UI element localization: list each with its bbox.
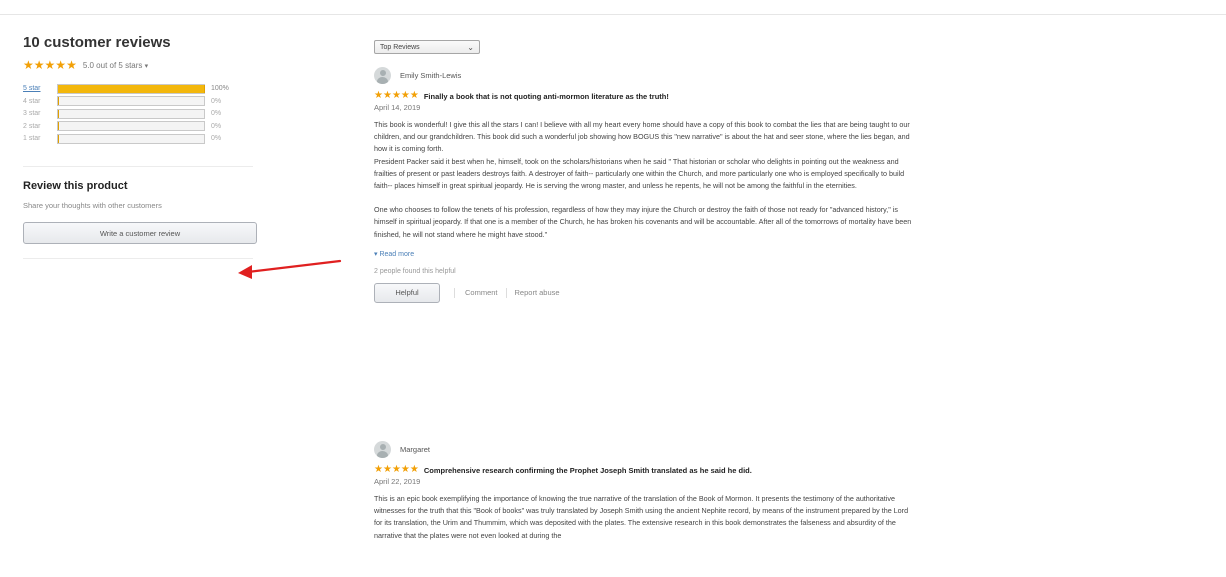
histogram-fill — [58, 84, 205, 93]
histogram-percent[interactable]: 100% — [205, 85, 241, 92]
star-icon: ★ — [33, 58, 45, 72]
star-icon: ★ — [66, 58, 77, 72]
histogram-row-3: 3 star 0% — [23, 108, 263, 119]
reviewer-name[interactable]: Margaret — [400, 445, 430, 454]
helpful-count: 2 people found this helpful — [374, 267, 456, 275]
star-icon: ★ — [409, 90, 419, 101]
action-divider — [505, 287, 507, 298]
review-paragraph: This book is wonderful! I give this all … — [374, 120, 910, 154]
section-divider — [23, 166, 253, 167]
star-icon: ★ — [391, 464, 401, 475]
histogram-fill — [58, 122, 59, 130]
review-body: This is an epic book exemplifying the im… — [374, 493, 914, 542]
reviews-list: Top Reviews ⌄ Emily Smith-Lewis ★ ★ ★ ★ … — [374, 40, 914, 540]
section-divider — [23, 258, 253, 259]
review-body: This book is wonderful! I give this all … — [374, 119, 914, 241]
review-actions: Helpful Comment Report abuse — [374, 282, 914, 303]
histogram-bar[interactable] — [57, 83, 205, 94]
helpful-button[interactable]: Helpful — [374, 282, 440, 303]
histogram-percent: 0% — [211, 135, 222, 142]
ratings-summary-panel: 10 customer reviews ★ ★ ★ ★ ★ 5.0 out of… — [23, 34, 263, 259]
rating-stars: ★ ★ ★ ★ ★ — [23, 59, 77, 71]
review-headline-row: ★ ★ ★ ★ ★ Finally a book that is not quo… — [374, 91, 914, 101]
histogram-bar — [57, 121, 205, 131]
histogram-percent: 0% — [211, 110, 222, 117]
red-arrow-icon — [238, 259, 342, 279]
histogram-label: 1 star — [23, 135, 41, 142]
reviewer-name[interactable]: Emily Smith-Lewis — [400, 71, 461, 80]
histogram-row-4: 4 star 0% — [23, 96, 263, 107]
histogram-fill — [58, 97, 59, 105]
review-date: April 14, 2019 — [374, 103, 421, 112]
star-icon: ★ — [23, 58, 34, 72]
histogram-label: 2 star — [23, 122, 41, 130]
review-product-subtext: Share your thoughts with other customers — [23, 201, 162, 210]
review-paragraph: One who chooses to follow the tenets of … — [374, 205, 912, 239]
rating-text[interactable]: 5.0 out of 5 stars ▾ — [83, 61, 148, 70]
review-headline-row: ★ ★ ★ ★ ★ Comprehensive research confirm… — [374, 465, 914, 475]
top-divider — [0, 14, 1226, 15]
avatar — [374, 441, 391, 458]
star-icon: ★ — [374, 464, 383, 475]
histogram-label[interactable]: 5 star — [23, 85, 57, 92]
review-headline[interactable]: Comprehensive research confirming the Pr… — [424, 466, 752, 475]
histogram-bar — [57, 96, 205, 106]
star-icon: ★ — [44, 58, 56, 72]
review-stars: ★ ★ ★ ★ ★ — [374, 465, 419, 475]
review-paragraph: This is an epic book exemplifying the im… — [374, 494, 909, 540]
histogram-row-1: 1 star 0% — [23, 133, 263, 144]
reviews-count-title: 10 customer reviews — [23, 34, 171, 51]
star-icon: ★ — [409, 464, 419, 475]
chevron-down-icon: ⌄ — [467, 42, 474, 52]
star-icon: ★ — [382, 90, 392, 101]
histogram-label: 4 star — [23, 97, 41, 105]
histogram-label: 3 star — [23, 110, 41, 117]
histogram-row-2: 2 star 0% — [23, 121, 263, 132]
average-rating[interactable]: ★ ★ ★ ★ ★ 5.0 out of 5 stars ▾ — [23, 58, 263, 72]
histogram-fill — [58, 134, 59, 143]
histogram-row-5[interactable]: 5 star 100% — [23, 83, 263, 94]
review-item: Emily Smith-Lewis ★ ★ ★ ★ ★ Finally a bo… — [374, 67, 914, 303]
histogram-percent: 0% — [211, 122, 222, 130]
star-icon: ★ — [382, 464, 392, 475]
reviewer-profile[interactable]: Emily Smith-Lewis — [374, 67, 914, 84]
review-stars: ★ ★ ★ ★ ★ — [374, 91, 419, 101]
comment-link[interactable]: Comment — [465, 288, 498, 297]
sort-reviews-dropdown[interactable]: Top Reviews ⌄ — [374, 40, 480, 54]
star-icon: ★ — [400, 90, 410, 101]
avatar — [374, 67, 391, 84]
star-icon: ★ — [374, 90, 383, 101]
star-icon: ★ — [55, 58, 67, 72]
report-abuse-link[interactable]: Report abuse — [515, 288, 560, 297]
sort-selected-value: Top Reviews — [380, 43, 420, 51]
action-divider — [454, 287, 455, 298]
histogram-bar — [57, 108, 205, 119]
histogram-bar — [57, 133, 205, 144]
star-icon: ★ — [400, 464, 410, 475]
review-item: Margaret ★ ★ ★ ★ ★ Comprehensive researc… — [374, 441, 914, 542]
review-headline[interactable]: Finally a book that is not quoting anti-… — [424, 92, 669, 101]
rating-histogram: 5 star 100% 4 star 0% 3 star 0% 2 star 0… — [23, 83, 263, 144]
histogram-fill — [58, 109, 59, 118]
reviewer-profile[interactable]: Margaret — [374, 441, 914, 458]
review-product-heading: Review this product — [23, 180, 128, 192]
review-date: April 22, 2019 — [374, 477, 421, 486]
star-icon: ★ — [391, 90, 401, 101]
write-review-button[interactable]: Write a customer review — [23, 222, 257, 244]
chevron-down-icon: ▾ — [144, 62, 149, 70]
read-more-link[interactable]: ▾ Read more — [374, 250, 914, 258]
review-paragraph: President Packer said it best when he, h… — [374, 156, 905, 191]
histogram-percent: 0% — [211, 97, 222, 105]
